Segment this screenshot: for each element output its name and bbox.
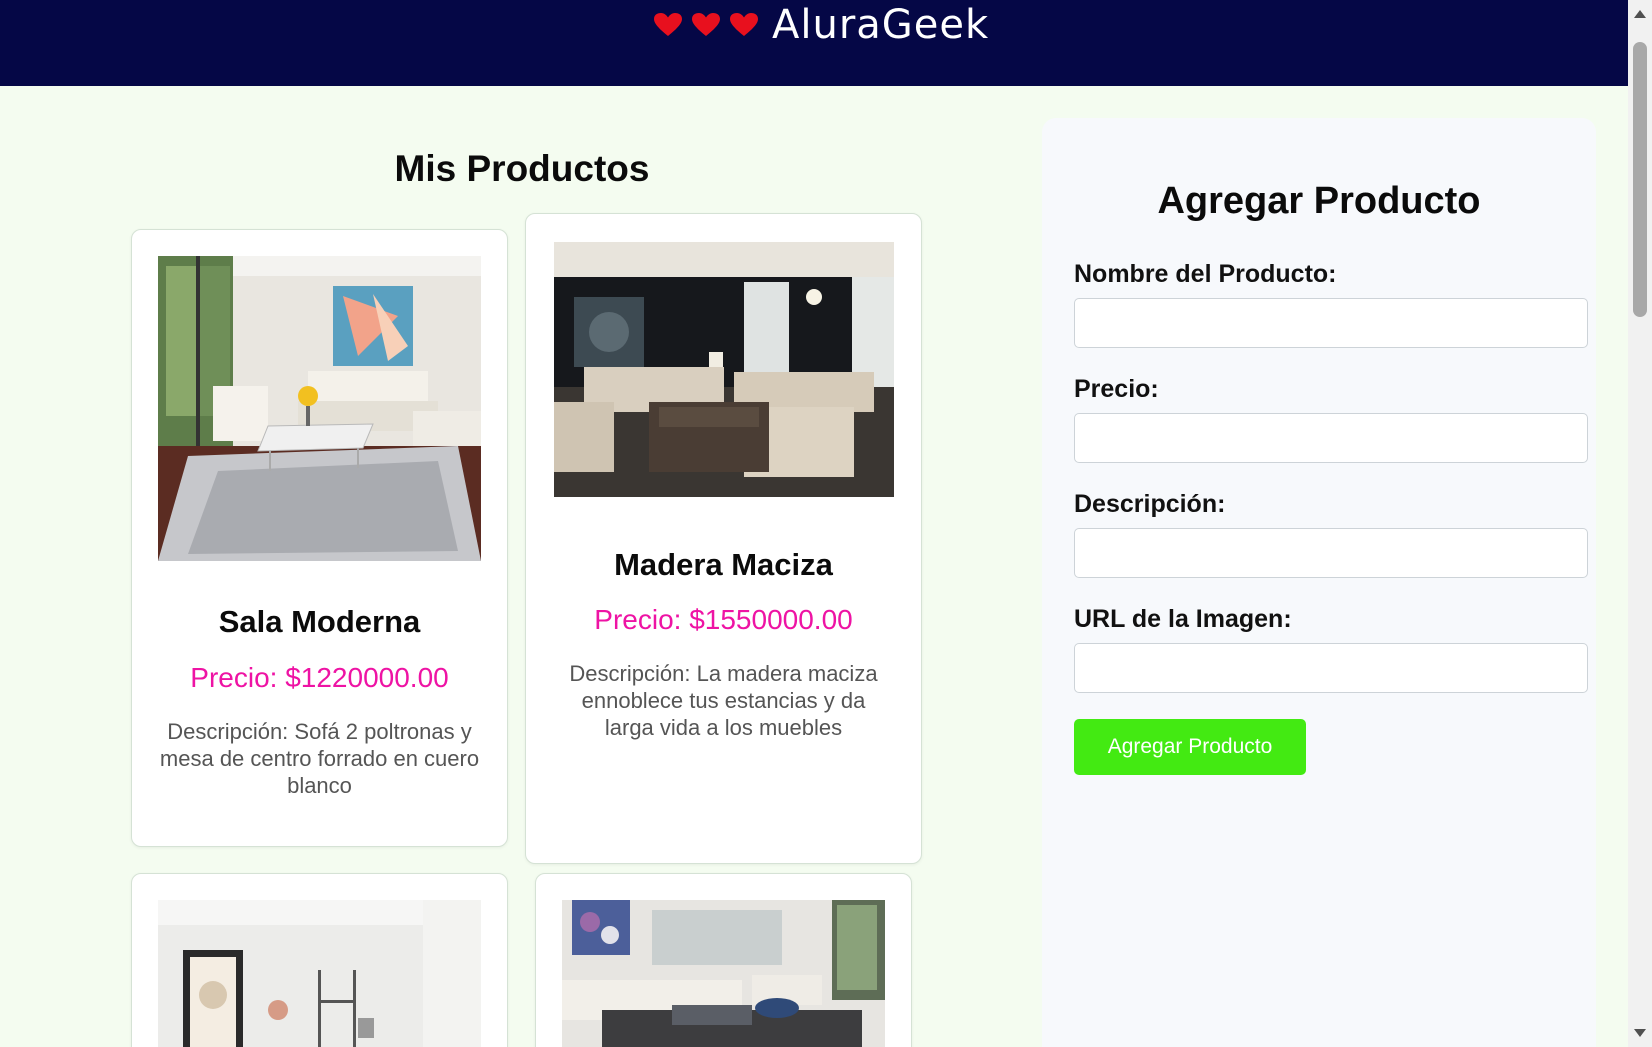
product-card: Madera Maciza Precio: $1550000.00 Descri…	[525, 213, 922, 864]
product-price: Precio: $1550000.00	[594, 604, 853, 635]
product-card: Sala Moderna Precio: $1220000.00 Descrip…	[131, 229, 508, 847]
product-image	[554, 242, 894, 497]
heart-icon	[730, 13, 758, 36]
page: AluraGeek Mis Productos Sala Moderna Pre…	[0, 0, 1652, 1047]
product-name: Madera Maciza	[614, 547, 833, 582]
brand-logo[interactable]: AluraGeek	[654, 0, 989, 50]
add-product-button[interactable]: Agregar Producto	[1074, 719, 1306, 775]
product-image	[158, 256, 481, 561]
scroll-down-arrow-icon[interactable]	[1634, 1029, 1646, 1037]
products-section-title: Mis Productos	[394, 148, 650, 189]
price-input[interactable]	[1074, 413, 1588, 463]
top-header: AluraGeek	[0, 0, 1628, 86]
description-label: Descripción:	[1074, 490, 1226, 518]
scroll-up-arrow-icon[interactable]	[1634, 10, 1646, 18]
product-card	[535, 873, 912, 1047]
product-name-input[interactable]	[1074, 298, 1588, 348]
product-image	[158, 900, 481, 1047]
image-url-input[interactable]	[1074, 643, 1588, 693]
heart-icon	[654, 13, 682, 36]
product-description: Descripción: La madera maciza ennoblece …	[569, 661, 878, 740]
add-product-panel: Agregar Producto	[1042, 118, 1596, 1047]
price-label: Precio:	[1074, 375, 1159, 403]
product-image	[562, 900, 885, 1047]
product-description: Descripción: Sofá 2 poltronas y mesa de …	[159, 719, 480, 798]
heart-icon	[692, 13, 720, 36]
product-card	[131, 873, 508, 1047]
brand-name: AluraGeek	[772, 2, 990, 48]
hearts-group	[654, 13, 758, 37]
description-input[interactable]	[1074, 528, 1588, 578]
vertical-scrollbar[interactable]	[1628, 0, 1652, 1047]
product-price: Precio: $1220000.00	[190, 662, 449, 693]
form-title: Agregar Producto	[1157, 180, 1481, 222]
image-url-label: URL de la Imagen:	[1074, 605, 1292, 633]
scrollbar-thumb[interactable]	[1633, 42, 1647, 317]
product-name: Sala Moderna	[218, 604, 421, 639]
product-name-label: Nombre del Producto:	[1074, 260, 1337, 288]
